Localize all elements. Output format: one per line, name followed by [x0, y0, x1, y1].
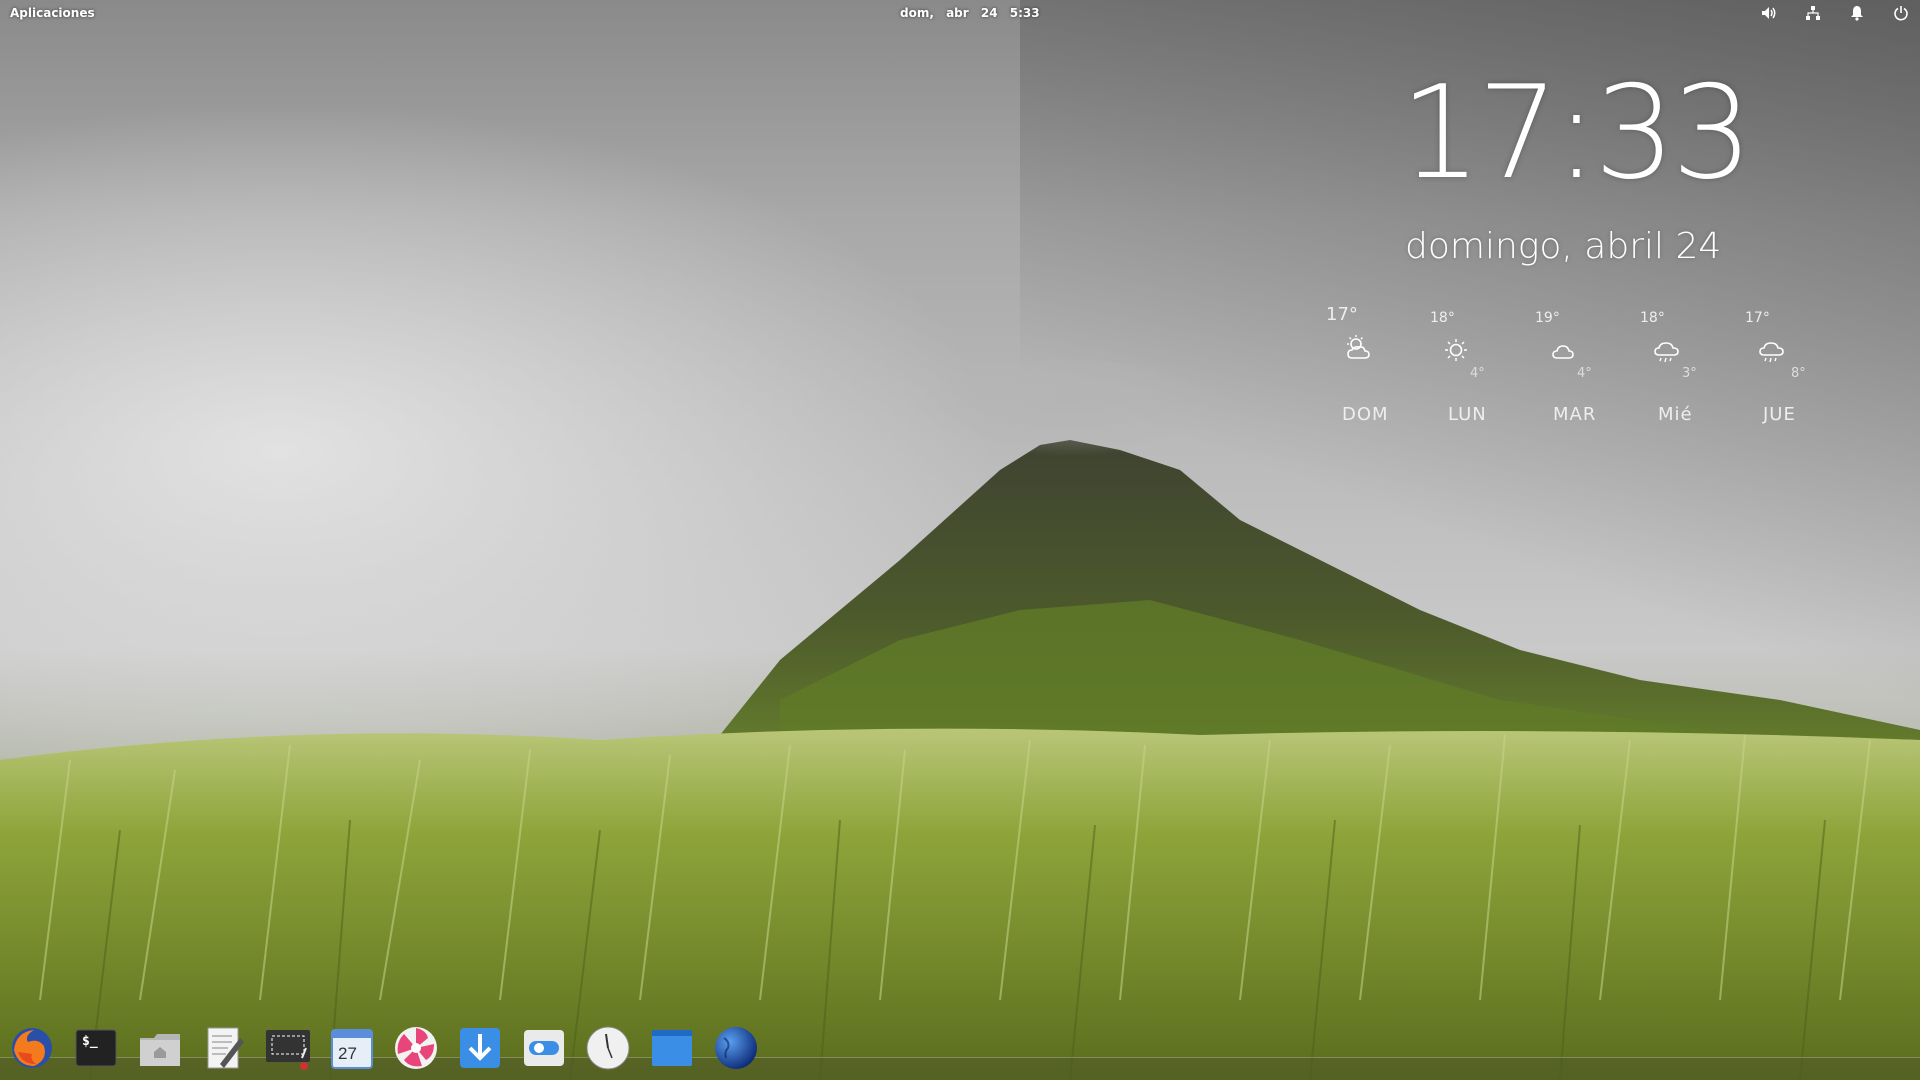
- desktop-clock-date: domingo, abril 24: [1405, 226, 1722, 267]
- dock-item-calendar[interactable]: 27: [328, 1024, 376, 1072]
- panel-datetime[interactable]: dom, abr 24 5:33: [900, 6, 1040, 20]
- volume-icon[interactable]: [1760, 4, 1778, 22]
- forecast-day: 17° 8° JUE: [1735, 300, 1845, 430]
- firefox-icon: [12, 1028, 52, 1068]
- sun-icon: [1445, 339, 1467, 361]
- notifications-icon[interactable]: [1848, 4, 1866, 22]
- dock-item-clock[interactable]: [584, 1024, 632, 1072]
- dock-item-software-center[interactable]: [456, 1024, 504, 1072]
- forecast-low: 4°: [1470, 366, 1485, 381]
- forecast-day-name: JUE: [1763, 404, 1796, 425]
- music-icon: [395, 1027, 437, 1069]
- dock-item-terminal[interactable]: $_: [72, 1024, 120, 1072]
- applications-menu[interactable]: Aplicaciones: [10, 6, 95, 20]
- panel-date: dom, abr 24: [900, 6, 998, 20]
- forecast-day: 17° DOM: [1320, 300, 1430, 430]
- forecast-day: 18° 4° LUN: [1420, 300, 1530, 430]
- download-icon: [460, 1028, 500, 1068]
- rain-icon: [1654, 342, 1679, 363]
- forecast-day-name: MAR: [1553, 404, 1597, 425]
- screenshot-icon: [266, 1030, 310, 1070]
- forecast-high: 19°: [1535, 310, 1560, 326]
- panel-time: 5:33: [1009, 6, 1040, 20]
- dock: $_ 27: [0, 1014, 1920, 1080]
- home-folder-icon: [140, 1034, 180, 1066]
- clock-icon: [586, 1026, 630, 1070]
- dock-item-files[interactable]: [136, 1024, 184, 1072]
- calendar-label: 27: [338, 1044, 357, 1063]
- dock-item-music[interactable]: [392, 1024, 440, 1072]
- text-editor-icon: [207, 1027, 244, 1069]
- dock-item-settings[interactable]: [520, 1024, 568, 1072]
- network-icon[interactable]: [1804, 4, 1822, 22]
- top-panel: Aplicaciones dom, abr 24 5:33: [0, 0, 1920, 28]
- forecast-high: 18°: [1640, 310, 1665, 326]
- rain-icon: [1759, 342, 1784, 363]
- terminal-label: $_: [82, 1034, 98, 1049]
- dock-item-text-editor[interactable]: [200, 1024, 248, 1072]
- dock-item-multitasking[interactable]: [648, 1024, 696, 1072]
- forecast-high: 17°: [1326, 304, 1358, 325]
- forecast-high: 18°: [1430, 310, 1455, 326]
- forecast-high: 17°: [1745, 310, 1770, 326]
- dock-item-firefox[interactable]: [8, 1024, 56, 1072]
- forecast-day-name: DOM: [1342, 404, 1389, 425]
- dock-item-screenshot[interactable]: [264, 1024, 312, 1072]
- forecast-day-name: LUN: [1448, 404, 1487, 425]
- toggle-icon: [524, 1030, 564, 1066]
- indicator-area: [1760, 4, 1910, 22]
- forecast-low: 4°: [1577, 366, 1592, 381]
- partly-cloudy-icon: [1347, 335, 1370, 359]
- cloud-icon: [1552, 345, 1574, 359]
- dock-items: $_ 27: [8, 1024, 760, 1072]
- power-icon[interactable]: [1892, 4, 1910, 22]
- dock-item-web-browser[interactable]: [712, 1024, 760, 1072]
- desktop-clock-time: 17:33: [1400, 59, 1753, 208]
- forecast-low: 8°: [1791, 366, 1806, 381]
- forecast-day: 19° 4° MAR: [1525, 300, 1635, 430]
- weather-forecast: 17° DOM 18° 4° LUN 19° 4° MAR 18° 3° Mié…: [1320, 300, 1820, 430]
- window-icon: [652, 1030, 692, 1066]
- globe-icon: [715, 1027, 757, 1069]
- forecast-day-name: Mié: [1658, 404, 1693, 425]
- forecast-day: 18° 3° Mié: [1630, 300, 1740, 430]
- forecast-low: 3°: [1682, 366, 1697, 381]
